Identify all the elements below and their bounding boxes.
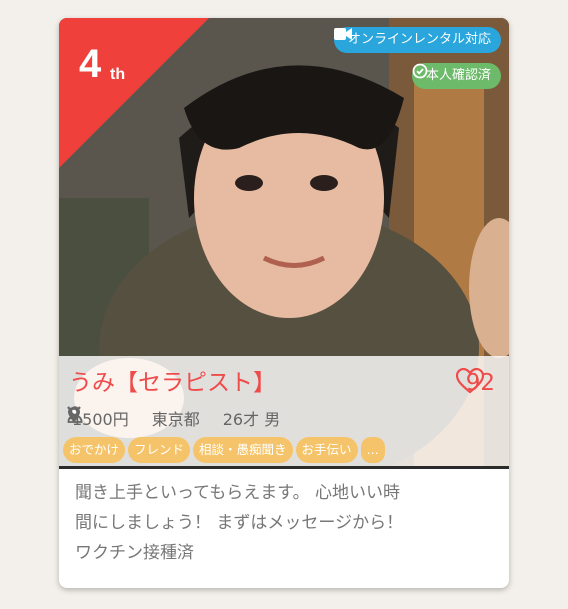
tag-item[interactable]: おでかけ (63, 437, 126, 463)
profile-description: 聞き上手といってもらえます。 心地いい時 間にしましょう！ まずはメッセージから… (75, 478, 495, 568)
location-text: 東京都 (151, 410, 200, 429)
more-tags-button[interactable]: … (360, 437, 385, 463)
online-rental-label: オンラインレンタル対応 (347, 32, 491, 47)
verified-label: 本人確認済 (425, 68, 491, 83)
tag-item[interactable]: お手伝い (295, 437, 358, 463)
verified-badge: 本人確認済 (411, 63, 501, 89)
online-rental-badge: オンラインレンタル対応 (333, 27, 501, 53)
cast-name[interactable]: うみ【セラピスト】 (69, 368, 276, 398)
tag-item[interactable]: フレンド (128, 437, 191, 463)
age-gender-text: 26才 男 (222, 410, 281, 429)
divider (59, 466, 509, 469)
tag-item[interactable]: 相談・愚痴聞き (193, 437, 293, 463)
description-line: 聞き上手といってもらえます。 心地いい時 (75, 483, 401, 503)
profile-info-panel: うみ【セラピスト】 92 1500円 東京都 26才 男 おでかけ フレンド 相… (59, 356, 509, 466)
cast-card[interactable]: 4 th オンラインレンタル対応 本人確認済 うみ【セラピスト】 92 1500… (59, 18, 509, 588)
tag-list: おでかけ フレンド 相談・愚痴聞き お手伝い … (63, 437, 385, 463)
profile-meta: 1500円 東京都 26才 男 (67, 406, 298, 430)
description-line: ワクチン接種済 (75, 543, 194, 563)
description-line: 間にしましょう！ まずはメッセージから！ (75, 513, 404, 533)
profile-photo[interactable]: 4 th オンラインレンタル対応 本人確認済 うみ【セラピスト】 92 1500… (59, 18, 509, 468)
rank-number: 4 (79, 42, 102, 86)
rank-ribbon (59, 18, 209, 168)
like-button[interactable]: 92 (455, 368, 495, 398)
rank-suffix: th (110, 66, 126, 83)
